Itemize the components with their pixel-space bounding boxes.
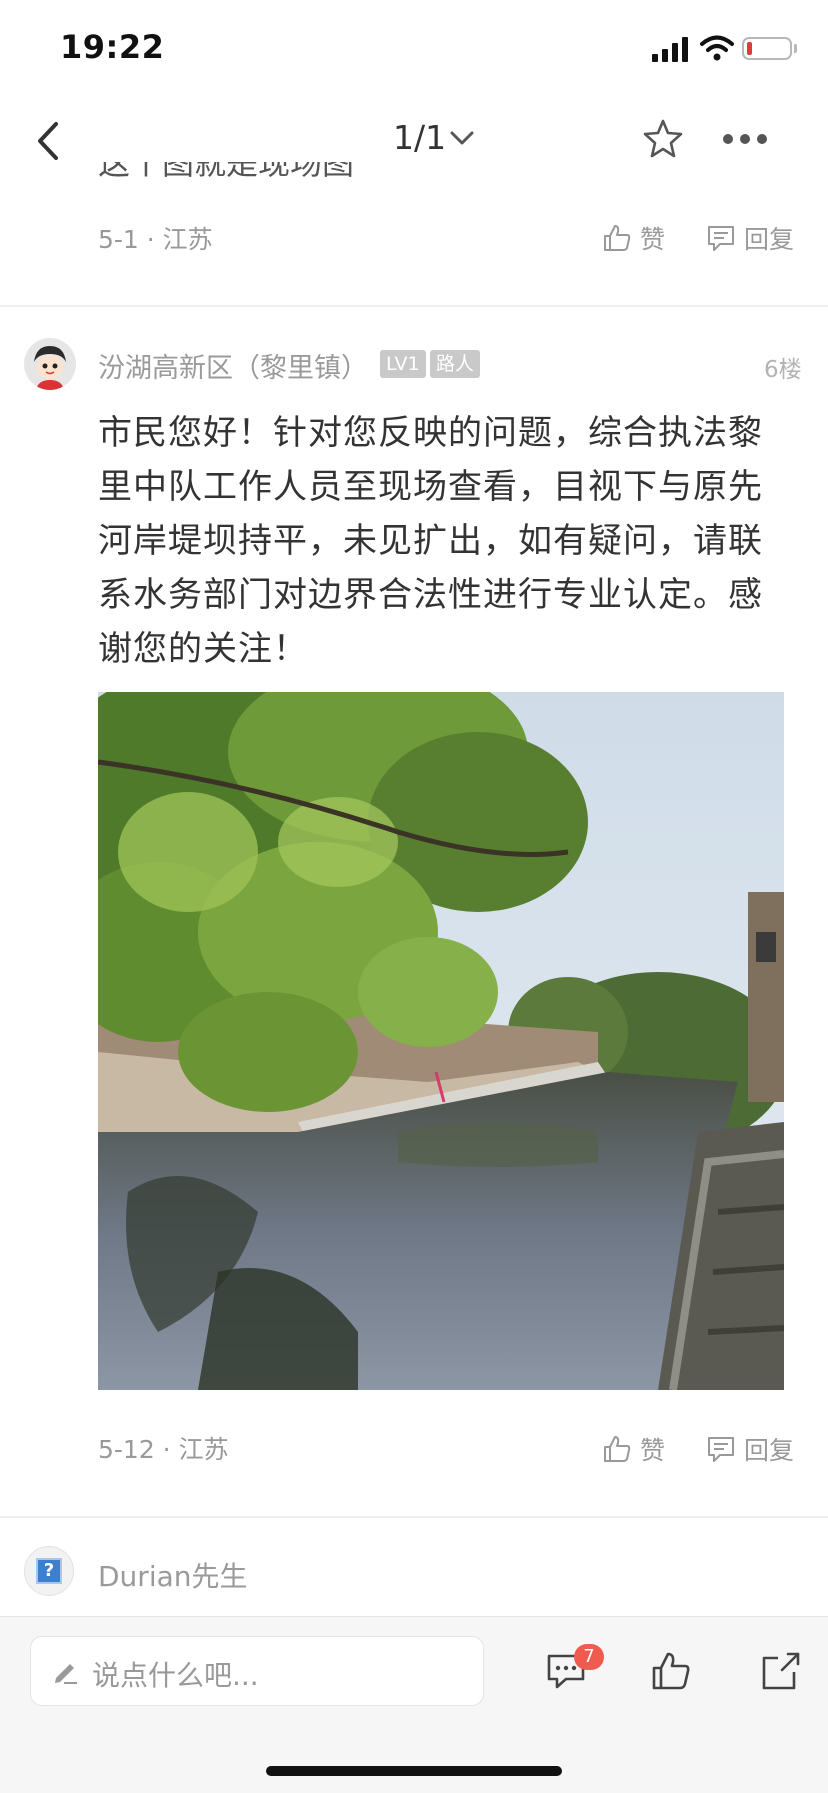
- star-icon[interactable]: [642, 118, 684, 160]
- reply-button[interactable]: 回复: [706, 1431, 794, 1467]
- comment-body: 市民您好！针对您反映的问题，综合执法黎里中队工作人员至现场查看，目视下与原先河岸…: [98, 413, 763, 669]
- avatar[interactable]: [24, 338, 76, 390]
- reply-button[interactable]: 回复: [706, 220, 794, 256]
- battery-icon: [742, 37, 792, 60]
- question-mark-icon: ?: [36, 1558, 62, 1584]
- chevron-down-icon[interactable]: [450, 130, 474, 146]
- author-name[interactable]: Durian先生: [98, 1555, 248, 1595]
- cartoon-avatar-icon: [24, 338, 76, 390]
- avatar[interactable]: ?: [24, 1546, 74, 1596]
- section-divider: [0, 305, 828, 307]
- input-placeholder[interactable]: 说点什么吧...: [92, 1654, 259, 1694]
- home-indicator[interactable]: [266, 1766, 562, 1776]
- signal-icon: [652, 37, 688, 62]
- role-badge: 路人: [430, 350, 481, 378]
- thumbs-up-icon: [604, 225, 631, 251]
- page-indicator[interactable]: 1/1: [393, 118, 446, 157]
- status-time: 19:22: [60, 28, 165, 66]
- back-arrow-icon[interactable]: [34, 120, 64, 162]
- wifi-icon: [700, 35, 734, 61]
- reply-bubble-icon: [708, 1437, 734, 1462]
- more-icon[interactable]: [722, 132, 768, 146]
- level-badge: LV1: [380, 350, 426, 378]
- reply-label: 回复: [744, 1436, 795, 1465]
- thumbs-up-icon: [604, 1436, 631, 1462]
- pencil-icon: [55, 1664, 77, 1684]
- comment-photo[interactable]: [98, 692, 784, 1390]
- like-label: 赞: [640, 225, 666, 254]
- thumbs-up-icon[interactable]: [650, 1650, 692, 1692]
- comment-count-badge: 7: [574, 1644, 604, 1670]
- reply-label: 回复: [744, 225, 795, 254]
- author-name[interactable]: 汾湖高新区（黎里镇）: [98, 346, 368, 385]
- like-button[interactable]: 赞: [602, 1431, 665, 1467]
- reply-meta: 5-12 · 江苏: [98, 1435, 229, 1464]
- reply-bubble-icon: [708, 226, 734, 251]
- battery-tip: [794, 44, 797, 53]
- like-label: 赞: [640, 1436, 666, 1465]
- previous-comment-text: 这个图就是现场图: [98, 162, 355, 182]
- like-button[interactable]: 赞: [602, 220, 665, 256]
- share-icon[interactable]: [760, 1650, 802, 1692]
- section-divider: [0, 1516, 828, 1518]
- floor-number: 6楼: [764, 357, 802, 383]
- previous-comment-meta: 5-1 · 江苏: [98, 225, 213, 254]
